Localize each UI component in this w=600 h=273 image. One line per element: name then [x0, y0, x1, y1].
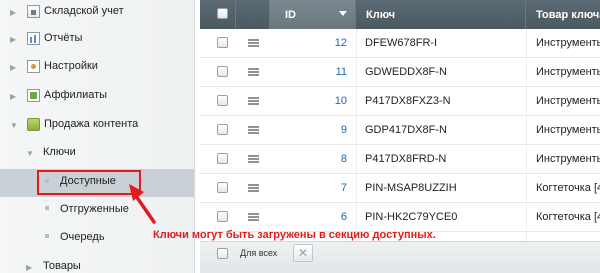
reports-icon	[27, 32, 40, 45]
row-checkbox[interactable]	[217, 182, 228, 193]
sidebar-item-label: Ключи	[43, 146, 76, 158]
header-id-label: ID	[285, 8, 296, 21]
header-product-label: Товар ключа	[536, 8, 600, 21]
collapse-arrow-icon[interactable]: ▼	[10, 121, 18, 130]
row-product: Инструменты	[536, 153, 600, 165]
bullet-icon	[45, 206, 49, 210]
sidebar-item-label: Аффилиаты	[44, 89, 108, 101]
table-footer: Для всех ✕	[200, 241, 600, 273]
drag-handle-icon[interactable]	[248, 68, 259, 76]
header-key-label: Ключ	[366, 8, 396, 21]
row-id[interactable]: 9	[287, 124, 347, 136]
sidebar-item-label: Очередь	[60, 231, 105, 243]
row-id[interactable]: 7	[287, 182, 347, 194]
row-product: Инструменты	[536, 95, 600, 107]
sidebar-item-settings[interactable]: ▶ Настройки	[0, 54, 194, 80]
annotation-arrow-icon	[129, 184, 156, 224]
table-row[interactable]: 12 DFEW678FR-I Инструменты	[200, 29, 600, 58]
table-row[interactable]: 10 P417DX8FXZ3-N Инструменты	[200, 87, 600, 116]
row-checkbox[interactable]	[217, 211, 228, 222]
bullet-icon	[45, 234, 49, 238]
annotation-text: Ключи могут быть загружены в секцию дост…	[153, 229, 436, 241]
table-row[interactable]: 9 GDP417DX8F-N Инструменты	[200, 116, 600, 145]
sidebar-item-label: Товары	[43, 260, 81, 272]
table-row[interactable]: 8 P417DX8FRD-N Инструменты	[200, 145, 600, 174]
row-product: Когтеточка [4	[536, 211, 600, 223]
expand-arrow-icon[interactable]: ▶	[26, 263, 32, 272]
row-id[interactable]: 8	[287, 153, 347, 165]
sidebar-item-label: Складской учет	[44, 5, 124, 17]
sidebar-item-affiliates[interactable]: ▶ Аффилиаты	[0, 83, 194, 109]
row-key: PIN-HK2C79YCE0	[365, 211, 458, 223]
row-key: P417DX8FRD-N	[365, 153, 447, 165]
sidebar-item-content-sales[interactable]: ▼ Продажа контента	[0, 112, 194, 138]
row-checkbox[interactable]	[217, 37, 228, 48]
row-key: GDP417DX8F-N	[365, 124, 447, 136]
row-product: Инструменты	[536, 66, 600, 78]
row-key: DFEW678FR-I	[365, 37, 438, 49]
drag-handle-icon[interactable]	[248, 213, 259, 221]
apply-to-all-checkbox[interactable]	[217, 248, 228, 259]
header-product[interactable]: Товар ключа	[526, 0, 600, 29]
row-checkbox[interactable]	[217, 124, 228, 135]
affiliates-icon	[27, 89, 40, 102]
expand-arrow-icon[interactable]: ▶	[10, 92, 16, 101]
row-checkbox[interactable]	[217, 66, 228, 77]
row-key: P417DX8FXZ3-N	[365, 95, 451, 107]
row-key: PIN-MSAP8UZZIH	[365, 182, 457, 194]
table-row[interactable]: 11 GDWEDDX8F-N Инструменты	[200, 58, 600, 87]
expand-arrow-icon[interactable]: ▶	[10, 63, 16, 72]
drag-handle-icon[interactable]	[248, 126, 259, 134]
delete-button[interactable]: ✕	[293, 244, 313, 262]
sidebar-item-label: Отгруженные	[60, 203, 129, 215]
header-key[interactable]: Ключ	[356, 0, 526, 29]
row-id[interactable]: 11	[287, 66, 347, 78]
header-select-all-cell	[200, 0, 236, 29]
drag-handle-icon[interactable]	[248, 155, 259, 163]
sidebar-item-products[interactable]: ▶ Товары	[0, 254, 194, 273]
collapse-arrow-icon[interactable]: ▼	[26, 149, 34, 158]
close-icon: ✕	[297, 246, 309, 260]
sidebar-item-shipped[interactable]: Отгруженные	[0, 197, 194, 223]
content-sales-icon	[27, 118, 40, 131]
warehouse-icon	[27, 5, 40, 18]
sidebar-item-label: Настройки	[44, 60, 98, 72]
row-product: Инструменты	[536, 124, 600, 136]
apply-to-all-label: Для всех	[240, 248, 278, 258]
row-product: Когтеточка [4	[536, 182, 600, 194]
table-header: ID Ключ Товар ключа	[200, 0, 600, 29]
row-id[interactable]: 6	[287, 211, 347, 223]
header-id[interactable]: ID	[270, 0, 356, 29]
expand-arrow-icon[interactable]: ▶	[10, 8, 16, 17]
sort-desc-icon	[339, 11, 347, 16]
sidebar-item-label: Продажа контента	[44, 118, 139, 130]
settings-icon	[27, 60, 40, 73]
sidebar-item-warehouse[interactable]: ▶ Складской учет	[0, 0, 194, 25]
table-row[interactable]: 7 PIN-MSAP8UZZIH Когтеточка [4	[200, 174, 600, 203]
row-key: GDWEDDX8F-N	[365, 66, 447, 78]
row-product: Инструменты	[536, 37, 600, 49]
drag-handle-icon[interactable]	[248, 39, 259, 47]
select-all-checkbox[interactable]	[217, 8, 228, 19]
sidebar-item-label: Отчёты	[44, 32, 83, 44]
row-id[interactable]: 12	[287, 37, 347, 49]
row-id[interactable]: 10	[287, 95, 347, 107]
row-checkbox[interactable]	[217, 153, 228, 164]
table-row[interactable]: 6 PIN-HK2C79YCE0 Когтеточка [4	[200, 203, 600, 232]
drag-handle-icon[interactable]	[248, 184, 259, 192]
drag-handle-icon[interactable]	[248, 97, 259, 105]
sidebar-item-keys[interactable]: ▼ Ключи	[0, 140, 194, 166]
row-checkbox[interactable]	[217, 95, 228, 106]
header-drag-cell	[236, 0, 270, 29]
expand-arrow-icon[interactable]: ▶	[10, 35, 16, 44]
sidebar-item-reports[interactable]: ▶ Отчёты	[0, 26, 194, 52]
